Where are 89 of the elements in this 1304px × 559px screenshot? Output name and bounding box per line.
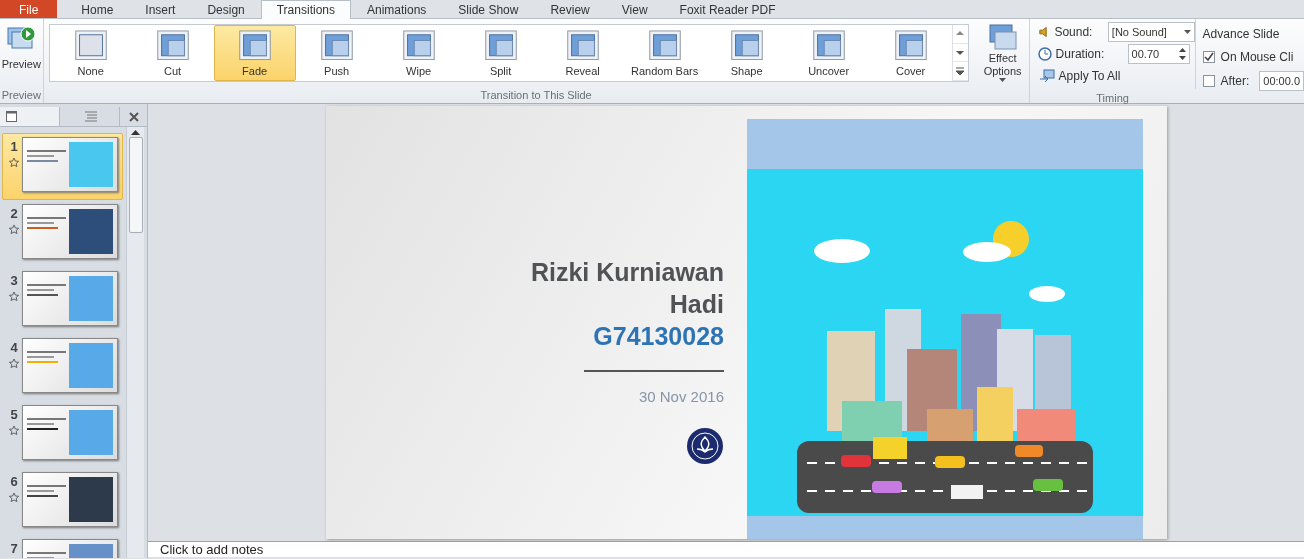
student-id: G74130028 [593,321,724,352]
file-tab[interactable]: File [0,0,58,18]
slide-number: 4 [9,339,19,357]
slide-thumbnail-row[interactable]: 7 [2,535,123,558]
ribbon-tab[interactable]: Insert [129,0,192,18]
transition-option[interactable]: Reveal [541,25,624,81]
expand-icon [955,66,966,77]
transition-option[interactable]: Shape [705,25,788,81]
caret-icon [1183,29,1191,35]
slide-thumbnail-row[interactable]: 1 [2,133,123,200]
slide-transition-icon [401,30,436,61]
ribbon-tab[interactable]: Foxit Reader PDF [663,0,792,18]
slide-transition-icon [319,30,354,61]
slide-number: 6 [9,473,19,491]
slide-transition-icon [73,30,108,61]
slide-transition-icon [647,30,682,61]
transition-option[interactable]: Wipe [377,25,460,81]
ribbon-tab[interactable]: View [605,0,664,18]
slide-thumbnail-row[interactable]: 6 [2,468,123,535]
duration-spinner[interactable]: 00.70 [1127,44,1190,64]
scroll-up-arrow-icon [131,129,140,135]
notes-field[interactable]: Click to add notes [148,541,1304,557]
star-icon [8,491,20,502]
checkmark-icon [1203,52,1214,62]
duration-label: Duration: [1055,46,1106,63]
presenter-name: Rizki Kurniawan [530,257,724,288]
sound-label: Sound: [1054,24,1094,41]
transition-option[interactable]: Uncover [787,25,870,81]
ribbon-tab[interactable]: Review [534,0,606,18]
slide-thumbnail-row[interactable]: 4 [2,334,123,401]
sound-dropdown[interactable]: [No Sound] [1107,22,1195,42]
transition-option[interactable]: Cut [131,25,214,81]
close-icon [128,111,139,122]
clock-icon [1037,47,1052,61]
group-label: Timing [1095,91,1130,106]
slide-icon [6,111,17,122]
ribbon-tab[interactable]: Home [65,0,130,18]
slide-number: 7 [9,540,19,558]
presenter-name: Hadi [669,289,724,320]
slide-transition-icon [565,30,600,61]
time-field[interactable]: 00:00.0 [1259,71,1304,91]
slide-thumbnail-row[interactable]: 5 [2,401,123,468]
group-label: Transition to This Slide [479,88,593,103]
slide-transition-icon [811,30,846,61]
slide-transition-icon [893,30,928,61]
slide-number: 3 [9,272,19,290]
star-icon [8,156,20,167]
outline-icon [82,111,97,122]
transition-option[interactable]: None [49,25,132,81]
transition-option[interactable]: Random Bars [623,25,706,81]
ribbon-tab[interactable]: Design [191,0,261,18]
slide-transition-icon [155,30,190,61]
university-emblem-icon [686,426,724,465]
star-icon [8,223,20,234]
ribbon-tab[interactable]: Animations [351,0,443,18]
slide-number: 5 [9,406,19,424]
checkbox-label: On Mouse Cli [1220,49,1294,66]
slide-thumbnail-row[interactable]: 3 [2,267,123,334]
effect-options-button[interactable]: Effect Options [976,21,1029,84]
caret-icon [999,78,1007,83]
spin-arrows-icon [1178,47,1186,61]
apply-all-icon [1038,69,1055,83]
preview-button[interactable]: Preview [0,23,43,74]
transition-option[interactable]: Split [459,25,542,81]
transition-option[interactable]: Fade [213,25,296,81]
slide-transition-icon [237,30,272,61]
scrollbar[interactable] [126,127,144,558]
transition-option[interactable]: Push [295,25,378,81]
slide-transition-icon [483,30,518,61]
mouse-click-checkbox[interactable] [1202,51,1215,63]
slide-transition-icon [729,30,764,61]
slides-tab[interactable] [0,107,60,126]
slide-number: 2 [9,205,19,223]
slide-thumbnail-row[interactable]: 2 [2,200,123,267]
group-label: Preview [0,88,42,103]
advance-slide-heading: Advance Slide [1202,26,1281,43]
ribbon-tab[interactable]: Transitions [260,0,351,19]
slide-stack-icon [987,22,1018,52]
apply-to-all-button[interactable]: Apply To All [1037,66,1195,86]
star-icon [8,290,20,301]
star-icon [8,357,20,368]
transition-option[interactable]: Cover [869,25,952,81]
star-icon [8,424,20,435]
scroll-thumb[interactable] [128,137,143,233]
checkbox-label: After: [1220,73,1250,90]
presentation-date: 30 Nov 2016 [638,387,724,407]
slide-number: 1 [9,138,19,156]
after-checkbox[interactable] [1202,75,1215,87]
ribbon-tab[interactable]: Slide Show [442,0,535,18]
